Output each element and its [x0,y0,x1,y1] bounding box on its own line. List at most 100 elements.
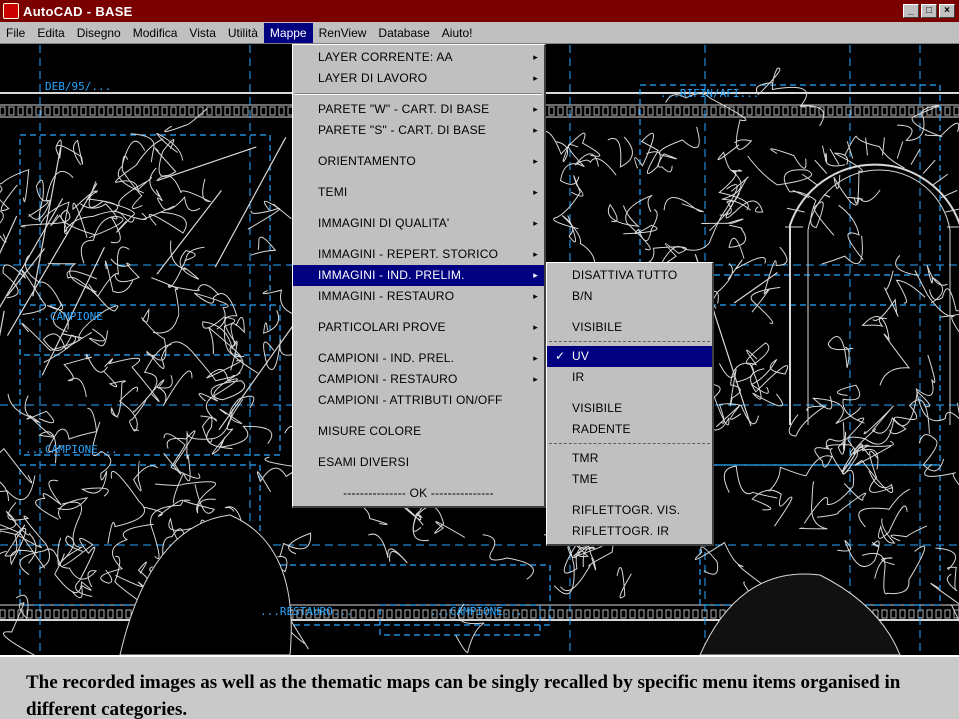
menu-spacer [293,442,544,452]
mappe-item-immagini-restauro[interactable]: IMMAGINI - RESTAURO ▸ [293,286,544,307]
mappe-item-parete-w-cart-di-base[interactable]: PARETE "W" - CART. DI BASE ▸ [293,99,544,120]
menu-item-label: ORIENTAMENTO [318,154,416,168]
menu-item-label: TME [572,472,598,486]
minimize-button[interactable]: _ [903,4,919,18]
menu-item-label: TEMI [318,185,348,199]
menu-spacer [293,307,544,317]
menu-spacer [547,388,712,398]
mappe-dropdown-menu: LAYER CORRENTE: AA ▸ LAYER DI LAVORO ▸ PARET… [292,44,546,508]
caption-panel: The recorded images as well as the thema… [0,655,959,719]
mappe-item-layer-corrente-aa[interactable]: LAYER CORRENTE: AA ▸ [293,47,544,68]
menu-utilit[interactable]: Utilità [222,23,264,43]
submenu-arrow-icon: ▸ [533,125,538,135]
submenu-arrow-icon: ▸ [533,218,538,228]
mappe-item-orientamento[interactable]: ORIENTAMENTO ▸ [293,151,544,172]
check-icon: ✓ [555,349,566,363]
menu-mappe[interactable]: Mappe [263,22,313,43]
menu-item-label: VISIBILE [572,320,623,334]
menu-vista[interactable]: Vista [183,23,221,43]
menu-item-label: LAYER DI LAVORO [318,71,428,85]
menu-item-label: UV [572,349,590,363]
menu-aiuto[interactable]: Aiuto! [436,23,479,43]
mappe-item-parete-s-cart-di-base[interactable]: PARETE "S" - CART. DI BASE ▸ [293,120,544,141]
menu-item-label: RIFLETTOGR. VIS. [572,503,681,517]
menu-item-label: LAYER CORRENTE: AA [318,50,453,64]
submenu-item-disattiva-tutto[interactable]: DISATTIVA TUTTO [547,265,712,286]
autocad-app-icon[interactable] [3,3,19,19]
maximize-button[interactable]: □ [921,4,937,18]
submenu-arrow-icon: ▸ [533,353,538,363]
immagini-ind-prelim-submenu: DISATTIVA TUTTO B/N VISIBILE ✓ UV IR VISIBILE R… [546,262,714,546]
mappe-item-immagini-repert-storico[interactable]: IMMAGINI - REPERT. STORICO ▸ [293,244,544,265]
menu-item-label: RADENTE [572,422,631,436]
menu-item-label: IMMAGINI - IND. PRELIM. [318,268,465,282]
mappe-item-esami-diversi[interactable]: ESAMI DIVERSI [293,452,544,473]
menu-separator [293,89,544,99]
menu-spacer [547,307,712,317]
menu-item-label: PARTICOLARI PROVE [318,320,446,334]
menu-spacer [293,234,544,244]
menu-item-label: IMMAGINI DI QUALITA' [318,216,450,230]
submenu-arrow-icon: ▸ [533,270,538,280]
submenu-arrow-icon: ▸ [533,374,538,384]
menu-item-label: CAMPIONI - ATTRIBUTI ON/OFF [318,393,503,407]
submenu-item-visibile[interactable]: VISIBILE [547,398,712,419]
menu-spacer [293,203,544,213]
submenu-arrow-icon: ▸ [533,187,538,197]
canvas-label: ...CAMPIONE... [25,443,118,456]
submenu-arrow-icon: ▸ [533,104,538,114]
canvas-label: ...RESTAURO... [260,605,353,618]
menu-edita[interactable]: Edita [31,23,70,43]
mappe-item-particolari-prove[interactable]: PARTICOLARI PROVE ▸ [293,317,544,338]
title-bar: AutoCAD - BASE _ □ × [0,0,959,22]
menu-item-label: IR [572,370,585,384]
submenu-arrow-icon: ▸ [533,156,538,166]
menu-database[interactable]: Database [372,23,435,43]
menu-spacer [293,172,544,182]
menu-spacer [293,338,544,348]
mappe-item-misure-colore[interactable]: MISURE COLORE [293,421,544,442]
menu-disegno[interactable]: Disegno [71,23,127,43]
mappe-item-ok[interactable]: --------------- OK --------------- [293,483,544,504]
submenu-item-riflettogr-vis[interactable]: RIFLETTOGR. VIS. [547,500,712,521]
mappe-item-campioni-ind-prel[interactable]: CAMPIONI - IND. PREL. ▸ [293,348,544,369]
menu-spacer [293,141,544,151]
submenu-item-tmr[interactable]: TMR [547,448,712,469]
mappe-item-layer-di-lavoro[interactable]: LAYER DI LAVORO ▸ [293,68,544,89]
submenu-arrow-icon: ▸ [533,322,538,332]
submenu-item-visibile[interactable]: VISIBILE [547,317,712,338]
mappe-item-campioni-restauro[interactable]: CAMPIONI - RESTAURO ▸ [293,369,544,390]
menu-item-label: DISATTIVA TUTTO [572,268,678,282]
window-title: AutoCAD - BASE [23,3,133,19]
submenu-item-b-n[interactable]: B/N [547,286,712,307]
menu-bar: File Edita Disegno Modifica Vista Utilità Mapp… [0,22,959,44]
menu-modifica[interactable]: Modifica [127,23,184,43]
submenu-item-ir[interactable]: IR [547,367,712,388]
menu-spacer [547,490,712,500]
mappe-item-immagini-di-qualita[interactable]: IMMAGINI DI QUALITA' ▸ [293,213,544,234]
menu-item-label: ESAMI DIVERSI [318,455,410,469]
menu-file[interactable]: File [0,23,31,43]
submenu-item-radente[interactable]: RADENTE [547,419,712,440]
menu-separator [547,338,712,346]
menu-item-label: CAMPIONI - IND. PREL. [318,351,455,365]
mappe-item-campioni-attributi-on-off[interactable]: CAMPIONI - ATTRIBUTI ON/OFF [293,390,544,411]
submenu-arrow-icon: ▸ [533,73,538,83]
menu-item-label: B/N [572,289,593,303]
menu-item-label: VISIBILE [572,401,623,415]
menu-item-label: RIFLETTOGR. IR [572,524,670,538]
canvas-label: ...CAMPIONE [30,310,103,323]
submenu-item-uv[interactable]: ✓ UV [547,346,712,367]
mappe-item-immagini-ind-prelim[interactable]: IMMAGINI - IND. PRELIM. ▸ [293,265,544,286]
canvas-label: ...CAMPIONE... [430,605,523,618]
submenu-arrow-icon: ▸ [533,52,538,62]
caption-text: The recorded images as well as the thema… [26,672,901,719]
submenu-item-riflettogr-ir[interactable]: RIFLETTOGR. IR [547,521,712,542]
menu-item-label: CAMPIONI - RESTAURO [318,372,458,386]
submenu-arrow-icon: ▸ [533,291,538,301]
menu-item-label: --------------- OK --------------- [343,486,494,500]
close-button[interactable]: × [939,4,955,18]
menu-renview[interactable]: RenView [313,23,373,43]
submenu-item-tme[interactable]: TME [547,469,712,490]
mappe-item-temi[interactable]: TEMI ▸ [293,182,544,203]
